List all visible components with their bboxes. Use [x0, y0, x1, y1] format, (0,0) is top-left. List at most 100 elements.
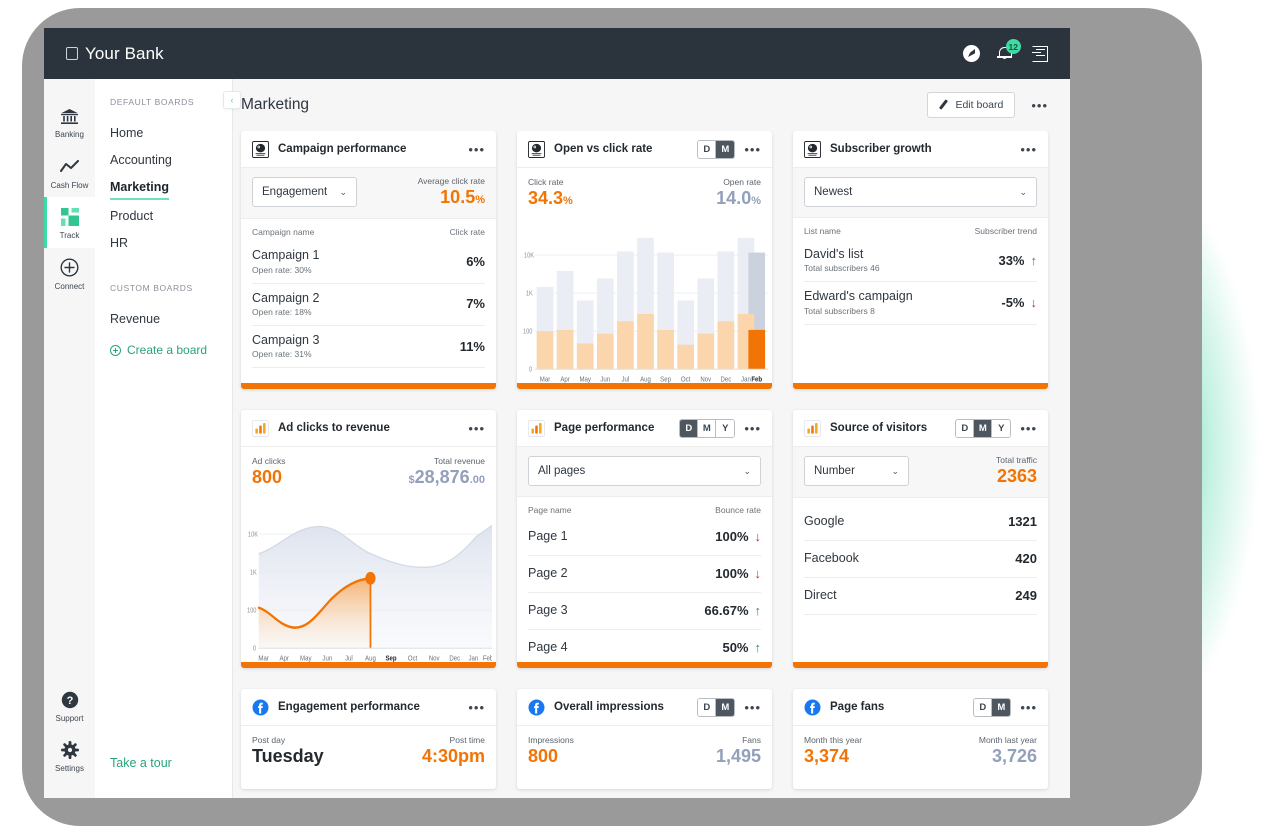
pages-select[interactable]: All pages ⌄: [528, 456, 761, 486]
rail-item-connect[interactable]: Connect: [44, 248, 95, 299]
period-option-m[interactable]: M: [716, 698, 735, 716]
table-row[interactable]: Direct 249: [804, 578, 1037, 616]
period-option-m[interactable]: M: [716, 140, 735, 158]
card-title: Engagement performance: [278, 701, 420, 713]
period-toggle: D M: [697, 697, 736, 717]
period-option-m[interactable]: M: [992, 698, 1011, 716]
rail-item-track[interactable]: Track: [44, 197, 95, 248]
table-row[interactable]: Page 1 100% ↓: [528, 519, 761, 556]
card-more-ellipsis-icon[interactable]: •••: [744, 422, 761, 435]
period-option-d[interactable]: D: [698, 140, 717, 158]
card-header: Page fans D M •••: [793, 689, 1048, 726]
sidebar-item-home[interactable]: Home: [110, 120, 232, 147]
row-name: Direct: [804, 588, 837, 603]
impressions-stat: Impressions 800: [528, 735, 574, 767]
logout-icon[interactable]: [1032, 45, 1048, 62]
rail-item-cash-flow[interactable]: Cash Flow: [44, 147, 95, 198]
card-accent-bar: [517, 662, 772, 668]
table-row[interactable]: Facebook 420: [804, 541, 1037, 579]
sidebar-item-revenue[interactable]: Revenue: [110, 306, 232, 333]
card-more-ellipsis-icon[interactable]: •••: [1020, 422, 1037, 435]
rail-label-support: Support: [55, 713, 84, 723]
period-option-m[interactable]: M: [698, 419, 717, 437]
table-row[interactable]: Page 2 100% ↓: [528, 556, 761, 593]
edit-board-button[interactable]: Edit board: [927, 92, 1016, 118]
take-a-tour-link[interactable]: Take a tour: [110, 756, 232, 770]
bell-icon[interactable]: 12: [997, 39, 1021, 63]
table-row[interactable]: David's list Total subscribers 46 33% ↑: [804, 240, 1037, 283]
notification-badge: 12: [1005, 39, 1021, 54]
help-circle-icon: ?: [44, 689, 95, 711]
chevron-down-icon: ⌄: [743, 465, 751, 476]
board-header: Marketing Edit board •••: [233, 79, 1070, 131]
row-value: 420: [1015, 551, 1037, 567]
svg-text:100: 100: [247, 607, 257, 615]
row-subtext: Total subscribers 8: [804, 305, 875, 316]
sidebar-item-product[interactable]: Product: [110, 203, 232, 230]
rail-item-support[interactable]: ? Support: [44, 680, 95, 731]
table-row[interactable]: Campaign 2 Open rate: 18% 7%: [252, 284, 485, 326]
row-subtext: Open rate: 18%: [252, 306, 312, 317]
stat-value: 800: [252, 467, 283, 488]
compass-icon[interactable]: [963, 45, 980, 62]
open-rate-stat: Open rate 14.0%: [716, 177, 761, 209]
sort-order-select[interactable]: Newest ⌄: [804, 177, 1037, 207]
metric-select-value: Number: [814, 465, 855, 477]
table-row[interactable]: Page 3 66.67% ↑: [528, 593, 761, 630]
table-row[interactable]: Edward's campaign Total subscribers 8 -5%…: [804, 282, 1037, 325]
engagement-select[interactable]: Engagement ⌄: [252, 177, 357, 207]
month-last-year-stat: Month last year 3,726: [979, 735, 1037, 767]
ad-clicks-stat: Ad clicks 800: [252, 456, 286, 488]
row-name: Campaign 3: [252, 332, 320, 347]
svg-text:?: ?: [66, 695, 73, 707]
card-accent-bar: [241, 383, 496, 389]
pencil-icon: [939, 100, 949, 110]
card-more-ellipsis-icon[interactable]: •••: [744, 143, 761, 156]
period-option-m[interactable]: M: [974, 419, 993, 437]
card-more-ellipsis-icon[interactable]: •••: [468, 422, 485, 435]
period-option-d[interactable]: D: [974, 698, 993, 716]
create-board-button[interactable]: Create a board: [110, 343, 232, 357]
table-header: Page name Bounce rate: [528, 497, 761, 519]
rail-item-settings[interactable]: Settings: [44, 730, 95, 798]
period-toggle: D M Y: [955, 418, 1012, 438]
period-option-y[interactable]: Y: [716, 419, 735, 437]
board-more-ellipsis-icon[interactable]: •••: [1031, 99, 1048, 112]
row-subtext: Open rate: 30%: [252, 264, 312, 275]
rail-item-banking[interactable]: Banking: [44, 96, 95, 147]
row-value: 11%: [459, 338, 485, 354]
row-name: Page 3: [528, 603, 568, 618]
period-option-d[interactable]: D: [698, 698, 717, 716]
ad-clicks-area-chart: 10K 1K 100 0 Mar Apr May Jun Jul Aug Sep…: [241, 492, 496, 668]
brand-logo[interactable]: Your Bank: [66, 44, 164, 64]
card-more-ellipsis-icon[interactable]: •••: [468, 701, 485, 714]
table-row[interactable]: Google 1321: [804, 504, 1037, 542]
sidebar-item-hr[interactable]: HR: [110, 230, 232, 257]
metric-select[interactable]: Number ⌄: [804, 456, 909, 486]
open-vs-click-bar-chart: 10K 1K 100 0 Mar Apr May Jun Jul Aug Sep…: [517, 213, 772, 389]
facebook-icon: [804, 699, 821, 715]
card-more-ellipsis-icon[interactable]: •••: [1020, 143, 1037, 156]
row-name: Page 2: [528, 566, 568, 581]
sidebar-item-accounting[interactable]: Accounting: [110, 147, 232, 174]
board-header-actions: Edit board •••: [927, 92, 1048, 118]
row-value: 50%: [722, 640, 749, 655]
stat-value: 800: [528, 746, 559, 767]
card-campaign-performance: Campaign performance ••• Engagement ⌄ Av…: [241, 131, 496, 389]
card-accent-bar: [517, 383, 772, 389]
stat-label: Month this year: [804, 735, 863, 745]
card-more-ellipsis-icon[interactable]: •••: [1020, 701, 1037, 714]
period-option-y[interactable]: Y: [992, 419, 1011, 437]
row-name: Campaign 1: [252, 248, 320, 263]
period-option-d[interactable]: D: [680, 419, 699, 437]
table-row[interactable]: Campaign 1 Open rate: 30% 6%: [252, 241, 485, 284]
table-row[interactable]: Campaign 3 Open rate: 31% 11%: [252, 326, 485, 369]
cards-scroll-area[interactable]: Campaign performance ••• Engagement ⌄ Av…: [233, 131, 1070, 798]
period-option-d[interactable]: D: [956, 419, 975, 437]
card-stats: Ad clicks 800 Total revenue $28,876.00: [241, 447, 496, 492]
chevron-left-icon[interactable]: ‹: [223, 91, 241, 109]
sidebar-item-marketing[interactable]: Marketing: [110, 174, 170, 200]
trend-down-icon: ↓: [754, 529, 762, 544]
card-more-ellipsis-icon[interactable]: •••: [744, 701, 761, 714]
card-more-ellipsis-icon[interactable]: •••: [468, 143, 485, 156]
